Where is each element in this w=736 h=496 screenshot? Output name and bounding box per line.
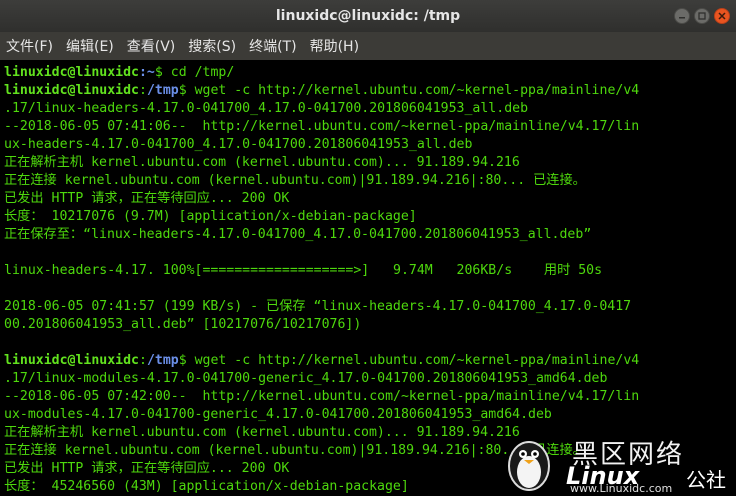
maximize-button[interactable] xyxy=(694,8,710,24)
menu-terminal[interactable]: 终端(T) xyxy=(249,36,296,56)
terminal-line: 长度： 10217076 (9.7M) [application/x-debia… xyxy=(4,209,417,224)
terminal-window: linuxidc@linuxidc: /tmp 文件(F) 编辑(E) 查看(V… xyxy=(0,0,736,496)
terminal-line: 已发出 HTTP 请求，正在等待回应... 200 OK xyxy=(4,191,290,206)
terminal-line: linuxidc@linuxidc:~$ cd /tmp/ xyxy=(4,64,234,82)
terminal-line: 长度： 45246560 (43M) [application/x-debian… xyxy=(4,479,409,494)
terminal-line: .17/linux-modules-4.17.0-041700-generic_… xyxy=(4,371,608,386)
watermark: 黑区网络 Linux 公社 www.Linuxidc.com xyxy=(492,434,736,496)
prompt-path: /tmp xyxy=(146,83,179,98)
menu-view[interactable]: 查看(V) xyxy=(127,36,176,56)
terminal-line: --2018-06-05 07:41:06-- http://kernel.ub… xyxy=(4,119,640,134)
maximize-icon xyxy=(698,12,706,20)
prompt-user: linuxidc@linuxidc xyxy=(4,353,139,368)
command-text: $ wget -c http://kernel.ubuntu.com/~kern… xyxy=(178,83,640,98)
prompt-colon: : xyxy=(138,83,147,98)
terminal-line: ux-headers-4.17.0-041700_4.17.0-041700.2… xyxy=(4,137,473,152)
command-text: $ cd /tmp/ xyxy=(154,65,235,80)
terminal-line: 正在解析主机 kernel.ubuntu.com (kernel.ubuntu.… xyxy=(4,155,520,170)
terminal-line: ux-modules-4.17.0-041700-generic_4.17.0-… xyxy=(4,407,552,422)
prompt-user: linuxidc@linuxidc xyxy=(4,83,139,98)
prompt-user: linuxidc@linuxidc xyxy=(4,65,139,80)
title-bar[interactable]: linuxidc@linuxidc: /tmp xyxy=(0,0,736,32)
progress-line: linux-headers-4.17. 100%[===============… xyxy=(4,263,603,278)
close-button[interactable] xyxy=(714,8,730,24)
menu-file[interactable]: 文件(F) xyxy=(6,36,53,56)
menu-search[interactable]: 搜索(S) xyxy=(188,36,236,56)
terminal-line: 正在解析主机 kernel.ubuntu.com (kernel.ubuntu.… xyxy=(4,425,520,440)
minimize-button[interactable] xyxy=(674,8,690,24)
terminal-line: linuxidc@linuxidc:/tmp$ wget -c http://k… xyxy=(4,82,639,100)
terminal-line: --2018-06-05 07:42:00-- http://kernel.ub… xyxy=(4,389,640,404)
penguin-logo-icon xyxy=(508,441,550,491)
prompt-path: :~ xyxy=(138,65,155,80)
watermark-she: 公社 xyxy=(686,468,726,492)
watermark-url: www.Linuxidc.com xyxy=(570,482,673,495)
terminal-line: linuxidc@linuxidc:/tmp$ wget -c http://k… xyxy=(4,352,639,370)
close-icon xyxy=(718,12,726,20)
minimize-icon xyxy=(679,17,685,19)
command-text: $ wget -c http://kernel.ubuntu.com/~kern… xyxy=(178,353,640,368)
window-title: linuxidc@linuxidc: /tmp xyxy=(275,8,461,24)
terminal-line: 正在连接 kernel.ubuntu.com (kernel.ubuntu.co… xyxy=(4,173,586,188)
prompt-colon: : xyxy=(138,353,147,368)
menu-help[interactable]: 帮助(H) xyxy=(310,36,359,56)
terminal-line: 已发出 HTTP 请求，正在等待回应... 200 OK xyxy=(4,461,290,476)
terminal-line: .17/linux-headers-4.17.0-041700_4.17.0-0… xyxy=(4,101,529,116)
terminal-line: 正在保存至：“linux-headers-4.17.0-041700_4.17.… xyxy=(4,227,592,242)
terminal-output[interactable]: linuxidc@linuxidc:~$ cd /tmp/ linuxidc@l… xyxy=(0,60,736,496)
prompt-path: /tmp xyxy=(146,353,179,368)
menu-edit[interactable]: 编辑(E) xyxy=(66,36,114,56)
terminal-line: 2018-06-05 07:41:57 (199 KB/s) - 已保存 “li… xyxy=(4,299,632,314)
menu-bar: 文件(F) 编辑(E) 查看(V) 搜索(S) 终端(T) 帮助(H) xyxy=(0,32,736,60)
terminal-line: 00.201806041953_all.deb” [10217076/10217… xyxy=(4,317,362,332)
